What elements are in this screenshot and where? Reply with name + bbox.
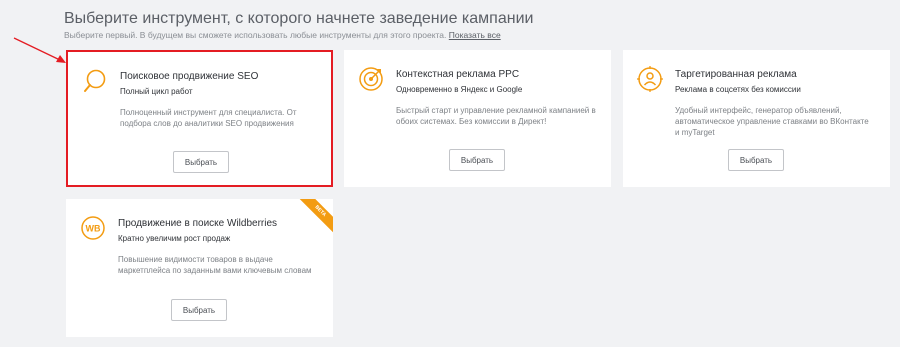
tool-card-wildberries[interactable]: BETA WB Продвижение в поиске Wildberries… (66, 199, 333, 337)
target-icon (359, 67, 383, 91)
card-title: Контекстная реклама PPC (396, 69, 520, 80)
beta-badge: BETA (299, 199, 333, 233)
tool-card-seo[interactable]: Поисковое продвижение SEO Полный цикл ра… (66, 50, 333, 187)
card-title: Таргетированная реклама (675, 69, 797, 80)
card-subtitle: Полный цикл работ (120, 87, 193, 96)
card-description: Полноценный инструмент для специалиста. … (120, 108, 297, 128)
beta-ribbon: BETA (299, 199, 333, 233)
user-target-icon (637, 66, 663, 92)
card-description: Удобный интерфейс, генератор объявлений,… (675, 106, 869, 137)
select-button-ppc[interactable]: Выбрать (449, 149, 505, 171)
card-title: Продвижение в поиске Wildberries (118, 218, 278, 229)
magnifier-icon (84, 69, 106, 92)
card-subtitle: Одновременно в Яндекс и Google (396, 85, 523, 94)
wb-icon: WB (81, 216, 105, 240)
card-description: Быстрый старт и управление рекламной кам… (396, 106, 596, 126)
wb-icon-label: WB (86, 224, 101, 234)
card-subtitle: Кратно увеличим рост продаж (118, 234, 231, 243)
select-button-targeted[interactable]: Выбрать (728, 149, 784, 171)
tool-card-targeted[interactable]: Таргетированная реклама Реклама в соцсет… (623, 50, 890, 187)
select-button-wildberries[interactable]: Выбрать (171, 299, 227, 321)
card-description: Повышение видимости товаров в выдаче мар… (118, 255, 312, 275)
select-button-seo[interactable]: Выбрать (173, 151, 229, 173)
card-title: Поисковое продвижение SEO (120, 71, 259, 82)
card-subtitle: Реклама в соцсетях без комиссии (675, 85, 801, 94)
tool-card-ppc[interactable]: Контекстная реклама PPC Одновременно в Я… (344, 50, 611, 187)
